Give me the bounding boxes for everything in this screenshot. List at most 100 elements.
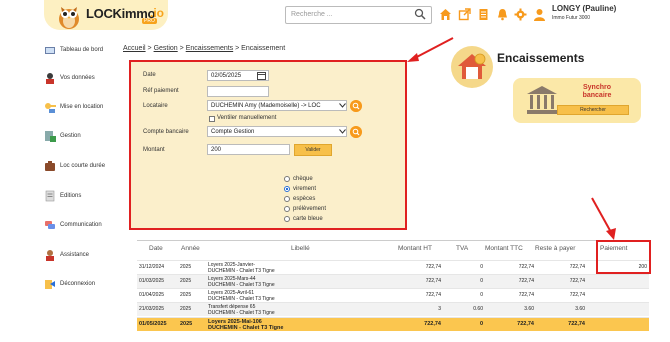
column-header-date[interactable]: Date bbox=[149, 245, 163, 252]
radio-label: carte bleue bbox=[293, 216, 323, 222]
column-header-montant-ht[interactable]: Montant HT bbox=[398, 245, 432, 252]
sidebar-item-loc-courte-duree[interactable]: Loc courte durée bbox=[44, 156, 105, 176]
cell-reste: 722,74 bbox=[568, 321, 585, 327]
sidebar-item-label: Editions bbox=[60, 193, 82, 199]
cell-montant-ht: 722,74 bbox=[425, 278, 441, 284]
sidebar-item-label: Gestion bbox=[60, 133, 81, 139]
cell-montant-ttc: 722,74 bbox=[518, 292, 534, 298]
column-header-montant-ttc[interactable]: Montant TTC bbox=[485, 245, 523, 252]
house-money-icon bbox=[451, 46, 493, 88]
compte-bancaire-label: Compte bancaire bbox=[143, 129, 189, 135]
external-link-icon[interactable] bbox=[458, 8, 471, 21]
sidebar-item-gestion[interactable]: Gestion bbox=[44, 126, 81, 146]
column-header-annee[interactable]: Année bbox=[181, 245, 200, 252]
user-avatar-icon[interactable] bbox=[533, 8, 546, 21]
breadcrumb-accueil-link[interactable]: Accueil bbox=[123, 45, 146, 52]
radio-button[interactable] bbox=[284, 216, 290, 222]
bank-icon bbox=[527, 86, 557, 114]
sidebar-item-mise-en-location[interactable]: Mise en location bbox=[44, 97, 103, 117]
payment-mode-carte-bleue[interactable]: carte bleue bbox=[284, 216, 323, 222]
home-icon[interactable] bbox=[439, 8, 452, 21]
cell-annee: 2025 bbox=[180, 264, 192, 270]
communication-icon bbox=[45, 221, 55, 229]
sidebar-item-editions[interactable]: Editions bbox=[44, 186, 81, 206]
table-row[interactable]: 31/12/2024 2025 Loyers 2025-Janvier- DUCH… bbox=[137, 260, 649, 274]
montant-label: Montant bbox=[143, 147, 165, 153]
sidebar-item-label: Déconnexion bbox=[60, 281, 96, 287]
cell-annee: 2025 bbox=[180, 278, 192, 284]
cell-montant-ht: 722,74 bbox=[425, 292, 441, 298]
libelle-line: DUCHEMIN - Chalet T3 Tigne bbox=[208, 325, 284, 331]
cell-tva: 0.60 bbox=[473, 306, 483, 312]
dashboard-icon bbox=[45, 47, 55, 54]
sidebar-item-deconnexion[interactable]: Déconnexion bbox=[44, 274, 95, 294]
locataire-search-icon[interactable] bbox=[350, 100, 362, 112]
rechercher-button[interactable]: Rechercher bbox=[557, 105, 629, 115]
user-data-icon bbox=[46, 73, 54, 84]
cell-reste: 722,74 bbox=[569, 292, 585, 298]
breadcrumb-gestion-link[interactable]: Gestion bbox=[154, 45, 178, 52]
radio-label: espèces bbox=[293, 196, 316, 202]
cell-annee: 2025 bbox=[180, 321, 193, 327]
sidebar-item-communication[interactable]: Communication bbox=[44, 215, 102, 235]
rental-key-icon bbox=[45, 103, 56, 113]
synchro-title-line: Synchro bbox=[582, 84, 611, 91]
cell-montant-ht: 3 bbox=[438, 306, 441, 312]
payment-mode-cheque[interactable]: chèque bbox=[284, 176, 313, 182]
payment-mode-prelevement[interactable]: prélèvement bbox=[284, 206, 326, 212]
paiement-highlight-box bbox=[596, 240, 651, 274]
cell-reste: 3.60 bbox=[575, 306, 585, 312]
search-input[interactable]: Recherche ... bbox=[285, 6, 432, 24]
search-icon[interactable] bbox=[414, 8, 426, 20]
compte-search-icon[interactable] bbox=[350, 126, 362, 138]
ref-paiement-field[interactable] bbox=[207, 86, 269, 97]
sidebar-item-label: Tableau de bord bbox=[60, 47, 104, 53]
user-name[interactable]: LONGY (Pauline) bbox=[552, 4, 616, 13]
radio-button-selected[interactable] bbox=[284, 186, 290, 192]
cell-montant-ttc: 3.60 bbox=[524, 306, 534, 312]
compte-bancaire-select[interactable]: Compte Gestion bbox=[207, 126, 347, 137]
annotation-arrow-icon bbox=[591, 197, 616, 240]
locataire-select[interactable]: DUCHEMIN Amy (Mademoiselle) -> LOC bbox=[207, 100, 347, 111]
logout-icon bbox=[45, 280, 55, 289]
table-row[interactable]: 21/03/2025 2025 Transfert dépense 65 DUCH… bbox=[137, 302, 649, 316]
payment-mode-especes[interactable]: espèces bbox=[284, 196, 315, 202]
sidebar-item-label: Assistance bbox=[60, 252, 90, 258]
breadcrumb-separator: > bbox=[235, 45, 240, 52]
payment-mode-virement[interactable]: virement bbox=[284, 186, 316, 192]
locataire-label: Locataire bbox=[143, 103, 168, 109]
gear-icon[interactable] bbox=[514, 8, 527, 21]
ventiler-checkbox[interactable] bbox=[209, 116, 215, 122]
table-row[interactable]: 01/04/2025 2025 Loyers 2025-Avril-61 DUCH… bbox=[137, 288, 649, 302]
calendar-icon[interactable] bbox=[257, 71, 266, 80]
owl-mascot-icon bbox=[59, 7, 79, 29]
radio-button[interactable] bbox=[284, 196, 290, 202]
breadcrumb-encaissements-link[interactable]: Encaissements bbox=[186, 45, 233, 52]
document-icon[interactable] bbox=[477, 8, 490, 21]
table-row-highlighted[interactable]: 01/05/2025 2025 Loyers 2025-Mai-106 DUCHE… bbox=[137, 317, 649, 331]
chevron-down-icon[interactable] bbox=[339, 129, 346, 134]
sidebar-item-tableau-de-bord[interactable]: Tableau de bord bbox=[44, 40, 103, 60]
radio-label: chèque bbox=[293, 176, 313, 182]
valider-button[interactable]: Valider bbox=[294, 144, 332, 156]
breadcrumb-current: Encaissement bbox=[241, 45, 286, 52]
column-header-tva[interactable]: TVA bbox=[456, 245, 468, 252]
libelle-line: DUCHEMIN - Chalet T3 Tigne bbox=[208, 310, 275, 316]
chevron-down-icon[interactable] bbox=[339, 103, 346, 108]
table-header: Date Année Libellé Montant HT TVA Montan… bbox=[137, 240, 649, 260]
cell-reste: 722,74 bbox=[569, 278, 585, 284]
table-row[interactable]: 01/03/2025 2025 Loyers 2025-Mars-44 DUCHE… bbox=[137, 274, 649, 288]
synchro-title-line: bancaire bbox=[582, 92, 612, 99]
sidebar-item-assistance[interactable]: Assistance bbox=[44, 245, 89, 265]
radio-button[interactable] bbox=[284, 176, 290, 182]
montant-field[interactable]: 200 bbox=[207, 144, 290, 155]
column-header-reste-a-payer[interactable]: Reste à payer bbox=[535, 245, 575, 252]
sidebar-item-vos-donnees[interactable]: Vos données bbox=[44, 68, 95, 88]
column-header-libelle[interactable]: Libellé bbox=[291, 245, 310, 252]
radio-button[interactable] bbox=[284, 206, 290, 212]
sidebar-item-label: Mise en location bbox=[60, 104, 104, 110]
radio-label: prélèvement bbox=[293, 206, 327, 212]
bell-icon[interactable] bbox=[496, 8, 509, 21]
cell-tva: 0 bbox=[480, 292, 483, 298]
date-label: Date bbox=[143, 72, 156, 78]
